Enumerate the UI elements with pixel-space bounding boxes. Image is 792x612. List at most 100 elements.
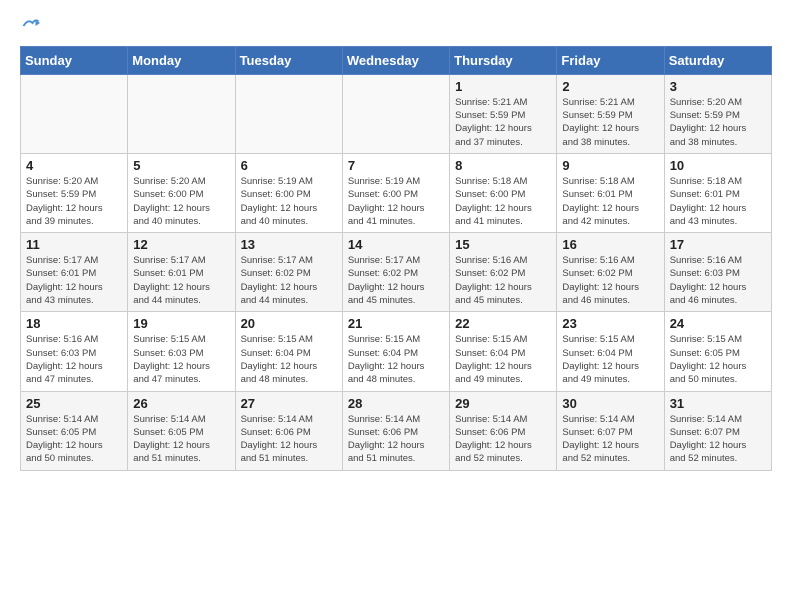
day-number: 15 [455,237,551,252]
day-info: Sunrise: 5:15 AM Sunset: 6:04 PM Dayligh… [348,333,444,386]
day-info: Sunrise: 5:21 AM Sunset: 5:59 PM Dayligh… [562,96,658,149]
calendar-cell: 16 Sunrise: 5:16 AM Sunset: 6:02 PM Dayli… [557,233,664,312]
weekday-header-saturday: Saturday [664,46,771,74]
day-number: 3 [670,79,766,94]
day-number: 21 [348,316,444,331]
day-info: Sunrise: 5:17 AM Sunset: 6:02 PM Dayligh… [241,254,337,307]
day-number: 26 [133,396,229,411]
day-number: 7 [348,158,444,173]
day-info: Sunrise: 5:15 AM Sunset: 6:04 PM Dayligh… [562,333,658,386]
day-info: Sunrise: 5:14 AM Sunset: 6:06 PM Dayligh… [348,413,444,466]
day-info: Sunrise: 5:18 AM Sunset: 6:01 PM Dayligh… [562,175,658,228]
logo [20,16,40,36]
day-number: 10 [670,158,766,173]
calendar-table: SundayMondayTuesdayWednesdayThursdayFrid… [20,46,772,471]
calendar-cell: 8 Sunrise: 5:18 AM Sunset: 6:00 PM Daylig… [450,153,557,232]
day-info: Sunrise: 5:17 AM Sunset: 6:01 PM Dayligh… [26,254,122,307]
day-number: 9 [562,158,658,173]
day-number: 20 [241,316,337,331]
calendar-week-1: 1 Sunrise: 5:21 AM Sunset: 5:59 PM Daylig… [21,74,772,153]
day-info: Sunrise: 5:15 AM Sunset: 6:04 PM Dayligh… [241,333,337,386]
calendar-cell [235,74,342,153]
day-number: 19 [133,316,229,331]
day-info: Sunrise: 5:20 AM Sunset: 5:59 PM Dayligh… [670,96,766,149]
calendar-week-3: 11 Sunrise: 5:17 AM Sunset: 6:01 PM Dayli… [21,233,772,312]
day-number: 16 [562,237,658,252]
calendar-cell: 18 Sunrise: 5:16 AM Sunset: 6:03 PM Dayli… [21,312,128,391]
calendar-cell: 9 Sunrise: 5:18 AM Sunset: 6:01 PM Daylig… [557,153,664,232]
calendar-cell: 20 Sunrise: 5:15 AM Sunset: 6:04 PM Dayli… [235,312,342,391]
weekday-header-monday: Monday [128,46,235,74]
day-number: 4 [26,158,122,173]
day-info: Sunrise: 5:15 AM Sunset: 6:03 PM Dayligh… [133,333,229,386]
day-info: Sunrise: 5:17 AM Sunset: 6:02 PM Dayligh… [348,254,444,307]
calendar-cell [342,74,449,153]
day-number: 24 [670,316,766,331]
day-number: 12 [133,237,229,252]
calendar-body: 1 Sunrise: 5:21 AM Sunset: 5:59 PM Daylig… [21,74,772,470]
day-number: 11 [26,237,122,252]
calendar-week-2: 4 Sunrise: 5:20 AM Sunset: 5:59 PM Daylig… [21,153,772,232]
calendar-cell: 17 Sunrise: 5:16 AM Sunset: 6:03 PM Dayli… [664,233,771,312]
day-info: Sunrise: 5:16 AM Sunset: 6:02 PM Dayligh… [562,254,658,307]
day-number: 29 [455,396,551,411]
day-info: Sunrise: 5:20 AM Sunset: 5:59 PM Dayligh… [26,175,122,228]
day-number: 22 [455,316,551,331]
day-info: Sunrise: 5:20 AM Sunset: 6:00 PM Dayligh… [133,175,229,228]
day-info: Sunrise: 5:18 AM Sunset: 6:01 PM Dayligh… [670,175,766,228]
day-info: Sunrise: 5:14 AM Sunset: 6:05 PM Dayligh… [26,413,122,466]
calendar-cell: 13 Sunrise: 5:17 AM Sunset: 6:02 PM Dayli… [235,233,342,312]
day-info: Sunrise: 5:19 AM Sunset: 6:00 PM Dayligh… [241,175,337,228]
day-number: 30 [562,396,658,411]
calendar-cell: 4 Sunrise: 5:20 AM Sunset: 5:59 PM Daylig… [21,153,128,232]
day-info: Sunrise: 5:14 AM Sunset: 6:06 PM Dayligh… [455,413,551,466]
day-number: 2 [562,79,658,94]
calendar-cell: 5 Sunrise: 5:20 AM Sunset: 6:00 PM Daylig… [128,153,235,232]
calendar-week-4: 18 Sunrise: 5:16 AM Sunset: 6:03 PM Dayli… [21,312,772,391]
day-number: 1 [455,79,551,94]
calendar-cell: 27Sunrise: 5:14 AM Sunset: 6:06 PM Dayli… [235,391,342,470]
day-info: Sunrise: 5:16 AM Sunset: 6:03 PM Dayligh… [26,333,122,386]
day-info: Sunrise: 5:16 AM Sunset: 6:03 PM Dayligh… [670,254,766,307]
calendar-header-row: SundayMondayTuesdayWednesdayThursdayFrid… [21,46,772,74]
day-info: Sunrise: 5:14 AM Sunset: 6:07 PM Dayligh… [670,413,766,466]
day-info: Sunrise: 5:14 AM Sunset: 6:06 PM Dayligh… [241,413,337,466]
calendar-cell [128,74,235,153]
day-info: Sunrise: 5:17 AM Sunset: 6:01 PM Dayligh… [133,254,229,307]
day-number: 18 [26,316,122,331]
day-number: 17 [670,237,766,252]
day-number: 6 [241,158,337,173]
day-number: 28 [348,396,444,411]
calendar-cell: 10 Sunrise: 5:18 AM Sunset: 6:01 PM Dayli… [664,153,771,232]
day-number: 23 [562,316,658,331]
day-info: Sunrise: 5:14 AM Sunset: 6:05 PM Dayligh… [133,413,229,466]
calendar-cell: 2 Sunrise: 5:21 AM Sunset: 5:59 PM Daylig… [557,74,664,153]
calendar-cell: 6 Sunrise: 5:19 AM Sunset: 6:00 PM Daylig… [235,153,342,232]
calendar-cell: 7 Sunrise: 5:19 AM Sunset: 6:00 PM Daylig… [342,153,449,232]
calendar-cell: 19 Sunrise: 5:15 AM Sunset: 6:03 PM Dayli… [128,312,235,391]
day-number: 31 [670,396,766,411]
calendar-cell: 3 Sunrise: 5:20 AM Sunset: 5:59 PM Daylig… [664,74,771,153]
calendar-cell: 25Sunrise: 5:14 AM Sunset: 6:05 PM Dayli… [21,391,128,470]
logo-icon [22,17,40,35]
day-number: 5 [133,158,229,173]
calendar-cell: 1Sunrise: 5:21 AM Sunset: 5:59 PM Daylig… [450,74,557,153]
day-info: Sunrise: 5:15 AM Sunset: 6:04 PM Dayligh… [455,333,551,386]
calendar-cell: 30 Sunrise: 5:14 AM Sunset: 6:07 PM Dayli… [557,391,664,470]
day-number: 8 [455,158,551,173]
weekday-header-sunday: Sunday [21,46,128,74]
day-info: Sunrise: 5:16 AM Sunset: 6:02 PM Dayligh… [455,254,551,307]
calendar-cell: 31 Sunrise: 5:14 AM Sunset: 6:07 PM Dayli… [664,391,771,470]
day-info: Sunrise: 5:19 AM Sunset: 6:00 PM Dayligh… [348,175,444,228]
weekday-header-tuesday: Tuesday [235,46,342,74]
calendar-cell: 26 Sunrise: 5:14 AM Sunset: 6:05 PM Dayli… [128,391,235,470]
day-number: 14 [348,237,444,252]
day-number: 13 [241,237,337,252]
calendar-cell: 12 Sunrise: 5:17 AM Sunset: 6:01 PM Dayli… [128,233,235,312]
day-info: Sunrise: 5:14 AM Sunset: 6:07 PM Dayligh… [562,413,658,466]
day-info: Sunrise: 5:18 AM Sunset: 6:00 PM Dayligh… [455,175,551,228]
calendar-week-5: 25Sunrise: 5:14 AM Sunset: 6:05 PM Dayli… [21,391,772,470]
day-info: Sunrise: 5:15 AM Sunset: 6:05 PM Dayligh… [670,333,766,386]
calendar-cell: 24 Sunrise: 5:15 AM Sunset: 6:05 PM Dayli… [664,312,771,391]
calendar-cell: 29 Sunrise: 5:14 AM Sunset: 6:06 PM Dayli… [450,391,557,470]
